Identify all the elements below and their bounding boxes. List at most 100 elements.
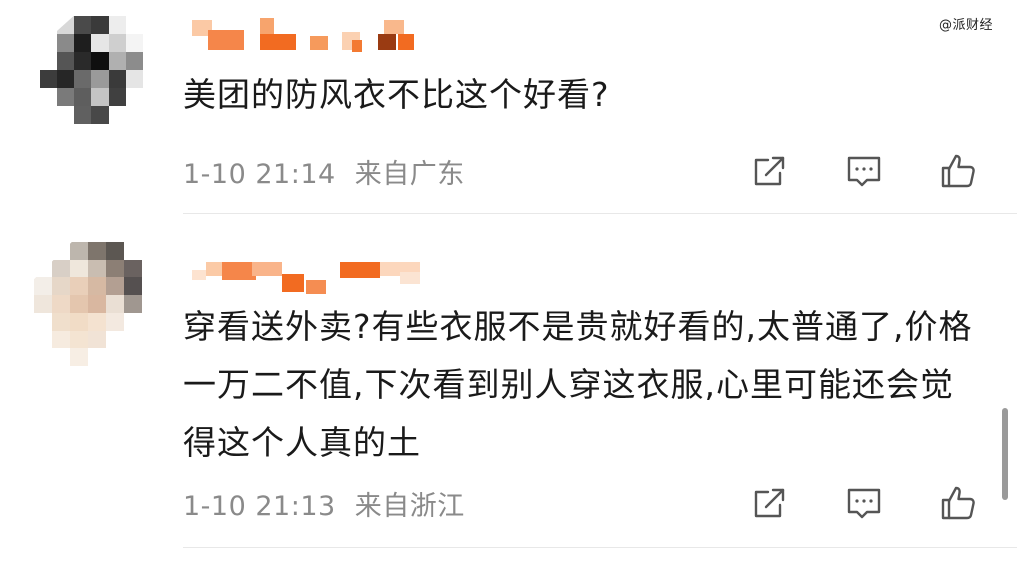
- avatar-pixel: [74, 34, 92, 52]
- avatar-pixel: [70, 348, 88, 366]
- avatar-pixel: [52, 295, 70, 313]
- avatar-pixel: [34, 295, 52, 313]
- avatar-pixel: [108, 106, 126, 124]
- avatar-pixel: [74, 88, 92, 106]
- avatar-pixel: [142, 34, 160, 52]
- avatar-pixel: [125, 106, 143, 124]
- comment-text: 美团的防风衣不比这个好看?: [183, 75, 610, 114]
- avatar-pixel: [70, 259, 88, 278]
- avatar-pixel: [57, 52, 75, 70]
- username-pixel: [340, 262, 380, 278]
- avatar-pixel: [142, 16, 160, 34]
- avatar-pixel: [91, 106, 109, 124]
- avatar-pixel: [106, 259, 124, 278]
- avatar-pixel: [91, 16, 109, 34]
- scrollbar[interactable]: [1002, 408, 1008, 500]
- share-button[interactable]: [749, 482, 791, 524]
- reply-button[interactable]: [843, 150, 885, 192]
- reply-button[interactable]: [843, 482, 885, 524]
- avatar-pixel: [124, 330, 142, 349]
- username-pixel: [352, 40, 362, 52]
- avatar-pixel: [108, 70, 126, 88]
- username-pixel: [384, 20, 404, 34]
- avatar-pixel: [57, 16, 75, 34]
- avatar-pixel: [125, 88, 143, 106]
- avatar-pixel: [57, 70, 75, 88]
- avatar-pixel: [88, 312, 106, 331]
- avatar-pixel: [125, 16, 143, 34]
- avatar-pixel: [40, 16, 58, 34]
- avatar-pixel: [106, 348, 124, 366]
- avatar-pixel: [91, 70, 109, 88]
- avatar-pixel: [124, 295, 142, 313]
- share-icon: [754, 156, 785, 186]
- share-icon: [754, 488, 785, 518]
- username-pixel: [222, 262, 256, 280]
- username-pixel: [378, 34, 396, 50]
- avatar-pixel: [57, 34, 75, 52]
- avatar-pixel: [108, 88, 126, 106]
- avatar-pixel: [106, 277, 124, 296]
- comment-icon: [847, 488, 881, 519]
- avatar-pixel: [108, 34, 126, 52]
- avatar-pixel: [124, 242, 142, 260]
- avatar-pixel: [34, 277, 52, 296]
- avatar-pixel: [70, 277, 88, 296]
- like-button[interactable]: [937, 482, 979, 524]
- avatar-pixel: [108, 52, 126, 70]
- avatar-pixel: [88, 277, 106, 296]
- avatar-pixel: [106, 312, 124, 331]
- share-button[interactable]: [749, 150, 791, 192]
- avatar-pixel: [124, 312, 142, 331]
- avatar-pixel: [142, 295, 160, 313]
- comment-actions: [749, 150, 979, 192]
- avatar[interactable]: [34, 242, 160, 366]
- avatar-pixel: [142, 312, 160, 331]
- avatar-pixel: [57, 106, 75, 124]
- avatar-pixel: [74, 52, 92, 70]
- avatar-pixel: [88, 259, 106, 278]
- avatar-pixel: [70, 295, 88, 313]
- avatar-pixel: [88, 242, 106, 260]
- avatar-pixel: [34, 259, 52, 278]
- avatar-pixel: [125, 34, 143, 52]
- avatar-pixel: [70, 330, 88, 349]
- comment-location: 来自浙江: [354, 491, 465, 522]
- avatar-pixel: [40, 106, 58, 124]
- avatar[interactable]: [40, 16, 160, 124]
- comment-feed: @派财经 美团的防风衣不比这个好看? 1-10 21:14 来自广东 穿看送外卖…: [0, 0, 1017, 564]
- avatar-pixel: [52, 312, 70, 331]
- thumbs-up-icon: [941, 486, 975, 520]
- username-pixelated[interactable]: [192, 16, 422, 56]
- avatar-pixel: [142, 106, 160, 124]
- avatar-pixel: [142, 88, 160, 106]
- avatar-pixel: [125, 52, 143, 70]
- avatar-pixel: [52, 330, 70, 349]
- comment-meta: 1-10 21:13 来自浙江: [183, 484, 465, 523]
- avatar-pixel: [125, 70, 143, 88]
- username-pixel: [208, 30, 244, 50]
- avatar-pixel: [40, 34, 58, 52]
- watermark-label: @派财经: [938, 18, 993, 33]
- avatar-pixel: [124, 277, 142, 296]
- avatar-pixel: [40, 70, 58, 88]
- username-pixel: [192, 270, 206, 280]
- comment-location: 来自广东: [354, 159, 465, 190]
- avatar-pixel: [70, 242, 88, 260]
- avatar-pixel: [108, 16, 126, 34]
- avatar-pixel: [40, 52, 58, 70]
- comment-date: 1-10 21:13: [183, 491, 336, 522]
- avatar-pixel: [70, 312, 88, 331]
- avatar-pixel: [106, 242, 124, 260]
- avatar-pixel: [124, 259, 142, 278]
- username-pixelated[interactable]: [192, 258, 432, 298]
- avatar-pixel: [124, 348, 142, 366]
- username-pixel: [398, 34, 414, 50]
- avatar-pixel: [88, 330, 106, 349]
- comment-actions: [749, 482, 979, 524]
- avatar-pixel: [74, 70, 92, 88]
- avatar-pixel: [142, 259, 160, 278]
- comment-meta: 1-10 21:14 来自广东: [183, 152, 465, 191]
- avatar-pixel: [142, 348, 160, 366]
- like-button[interactable]: [937, 150, 979, 192]
